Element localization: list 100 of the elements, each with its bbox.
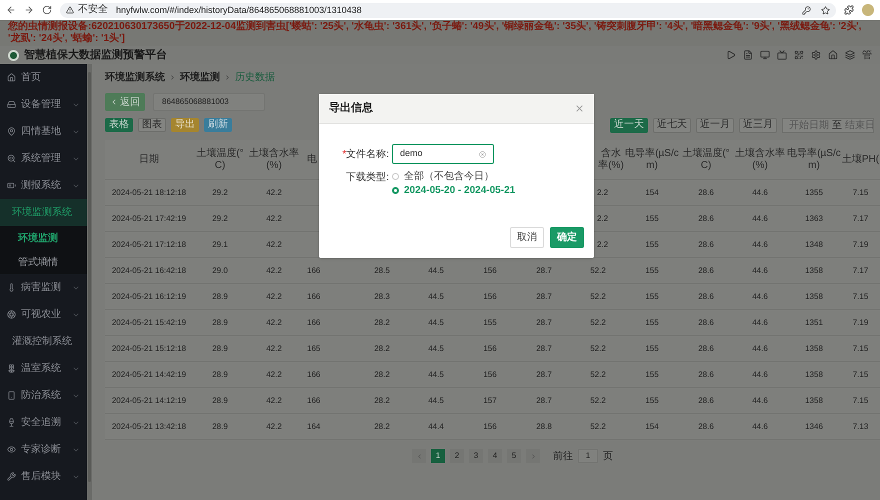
range-button[interactable]: 近一天 — [610, 118, 648, 132]
toolbar-button[interactable]: 表格 — [105, 118, 133, 132]
phone-icon — [7, 391, 16, 400]
device-id-field[interactable]: 864865068881003 — [153, 93, 265, 111]
play-icon[interactable] — [726, 50, 736, 60]
table-cell: 7.13 — [852, 420, 868, 432]
breadcrumb-link[interactable]: 环境监测 — [180, 70, 220, 84]
sidebar-item[interactable]: 环境监测系统 — [0, 199, 87, 226]
table-cell: 7.15 — [852, 342, 868, 354]
toolbar-button[interactable]: 图表 — [138, 118, 166, 132]
url-text: hnyfwlw.com/#/index/historyData/864865068881003/1310438 — [116, 6, 362, 14]
table-cell: 2024-05-21 15:42:19 — [112, 316, 186, 328]
clear-icon[interactable] — [479, 150, 486, 158]
table-cell: 42.2 — [266, 420, 282, 432]
table-cell: 28.7 — [536, 342, 552, 354]
table-cell: 44.6 — [752, 342, 768, 354]
sidebar-item[interactable]: 温室系统 — [0, 355, 87, 382]
table-cell: 28.6 — [698, 368, 714, 380]
toolbar-button[interactable]: 刷新 — [204, 118, 232, 132]
submenu-item[interactable]: 管式墒情 — [0, 250, 87, 274]
radio-label: 2024-05-20 - 2024-05-21 — [404, 184, 516, 198]
column-header: 土壤含水率(%) — [248, 148, 300, 172]
radio-option[interactable]: 2024-05-20 - 2024-05-21 — [392, 184, 516, 197]
sidebar-item[interactable]: 可视农业 — [0, 301, 87, 328]
table-cell: 154 — [645, 186, 659, 198]
table-cell: 42.2 — [266, 264, 282, 276]
sidebar-item[interactable]: 首页 — [0, 64, 87, 91]
table-cell: 44.6 — [752, 368, 768, 380]
sidebar-item[interactable]: 设备管理 — [0, 91, 87, 118]
table-cell: 155 — [645, 238, 659, 250]
screen-icon[interactable] — [777, 50, 787, 60]
layers-icon[interactable] — [845, 50, 855, 60]
sidebar-item[interactable]: 专家诊断 — [0, 436, 87, 463]
sidebar-item[interactable]: 四情基地 — [0, 118, 87, 145]
table-cell: 42.2 — [266, 238, 282, 250]
settings-icon[interactable] — [811, 50, 821, 60]
page-button[interactable]: 5 — [507, 449, 521, 463]
table-cell: 156 — [483, 368, 497, 380]
sidebar-item[interactable]: 售后模块 — [0, 463, 87, 490]
monitor-icon[interactable] — [760, 50, 770, 60]
key-icon[interactable] — [802, 6, 811, 14]
page-button[interactable]: 1 — [431, 449, 445, 463]
extensions-icon[interactable] — [844, 5, 854, 15]
column-header: 土壤含水率(%) — [734, 148, 786, 172]
sidebar-item[interactable]: 安全追溯 — [0, 409, 87, 436]
qr-code-icon[interactable] — [794, 50, 804, 60]
table-cell: 44.6 — [752, 290, 768, 302]
menu-text[interactable]: 管 — [862, 48, 872, 62]
page-input[interactable]: 1 — [578, 449, 598, 463]
address-bar[interactable]: 不安全 hnyfwlw.com/#/index/historyData/864865068881003/1310438 — [60, 2, 836, 18]
submenu-item[interactable]: 环境监测 — [0, 226, 87, 250]
home-icon[interactable] — [828, 50, 838, 60]
logo-icon — [8, 50, 19, 60]
table-cell: 7.15 — [852, 186, 868, 198]
document-icon[interactable] — [743, 50, 753, 60]
table-cell: 28.6 — [698, 290, 714, 302]
table-cell: 2024-05-21 16:12:19 — [112, 290, 186, 302]
sidebar-item[interactable]: 灌溉控制系统 — [0, 328, 87, 355]
close-button[interactable] — [574, 104, 584, 114]
range-button[interactable]: 近一月 — [696, 118, 734, 132]
toolbar-button[interactable]: 导出 — [171, 118, 199, 132]
table-cell: 28.6 — [698, 394, 714, 406]
page-button[interactable]: 3 — [469, 449, 483, 463]
table-cell: 44.6 — [752, 238, 768, 250]
reload-icon[interactable] — [42, 5, 52, 15]
dialog-button[interactable]: 确定 — [550, 227, 584, 248]
star-icon[interactable] — [821, 6, 830, 14]
table-cell: 154 — [645, 420, 659, 432]
page-button[interactable]: 2 — [450, 449, 464, 463]
table-cell: 1351 — [805, 316, 823, 328]
file-name-input[interactable]: demo — [392, 144, 494, 164]
breadcrumb-link[interactable]: 环境监测系统 — [105, 70, 165, 84]
table-cell: 155 — [645, 290, 659, 302]
forward-icon[interactable] — [24, 5, 34, 15]
range-button[interactable]: 近三月 — [739, 118, 777, 132]
sidebar-scrollbar[interactable] — [87, 64, 92, 500]
table-cell: 28.6 — [698, 316, 714, 328]
dialog-button[interactable]: 取消 — [510, 227, 544, 248]
table-cell: 44.5 — [428, 342, 444, 354]
table-cell: 2024-05-21 13:42:18 — [112, 420, 186, 432]
back-button[interactable]: 返回 — [105, 93, 145, 111]
radio-option[interactable]: 全部（不包含今日） — [392, 170, 516, 183]
table-cell: 44.5 — [428, 316, 444, 328]
page-button[interactable]: 4 — [488, 449, 502, 463]
sidebar-item[interactable]: 测报系统 — [0, 172, 87, 199]
back-icon[interactable] — [6, 5, 16, 15]
sidebar-item[interactable]: 防治系统 — [0, 382, 87, 409]
chevron-left-icon — [110, 98, 118, 106]
sidebar-item[interactable]: 系统管理 — [0, 145, 87, 172]
avatar-icon[interactable] — [862, 4, 874, 16]
table-cell: 28.7 — [536, 290, 552, 302]
table-cell: 7.15 — [852, 394, 868, 406]
column-header: 土壤PH( — [842, 154, 880, 166]
table-cell: 1348 — [805, 238, 823, 250]
table-cell: 7.19 — [852, 238, 868, 250]
sidebar-item[interactable]: 病害监测 — [0, 274, 87, 301]
table-cell: 44.4 — [428, 420, 444, 432]
sidebar-label: 专家诊断 — [21, 442, 61, 457]
thermometer-icon — [7, 283, 16, 292]
range-button[interactable]: 近七天 — [653, 118, 691, 132]
